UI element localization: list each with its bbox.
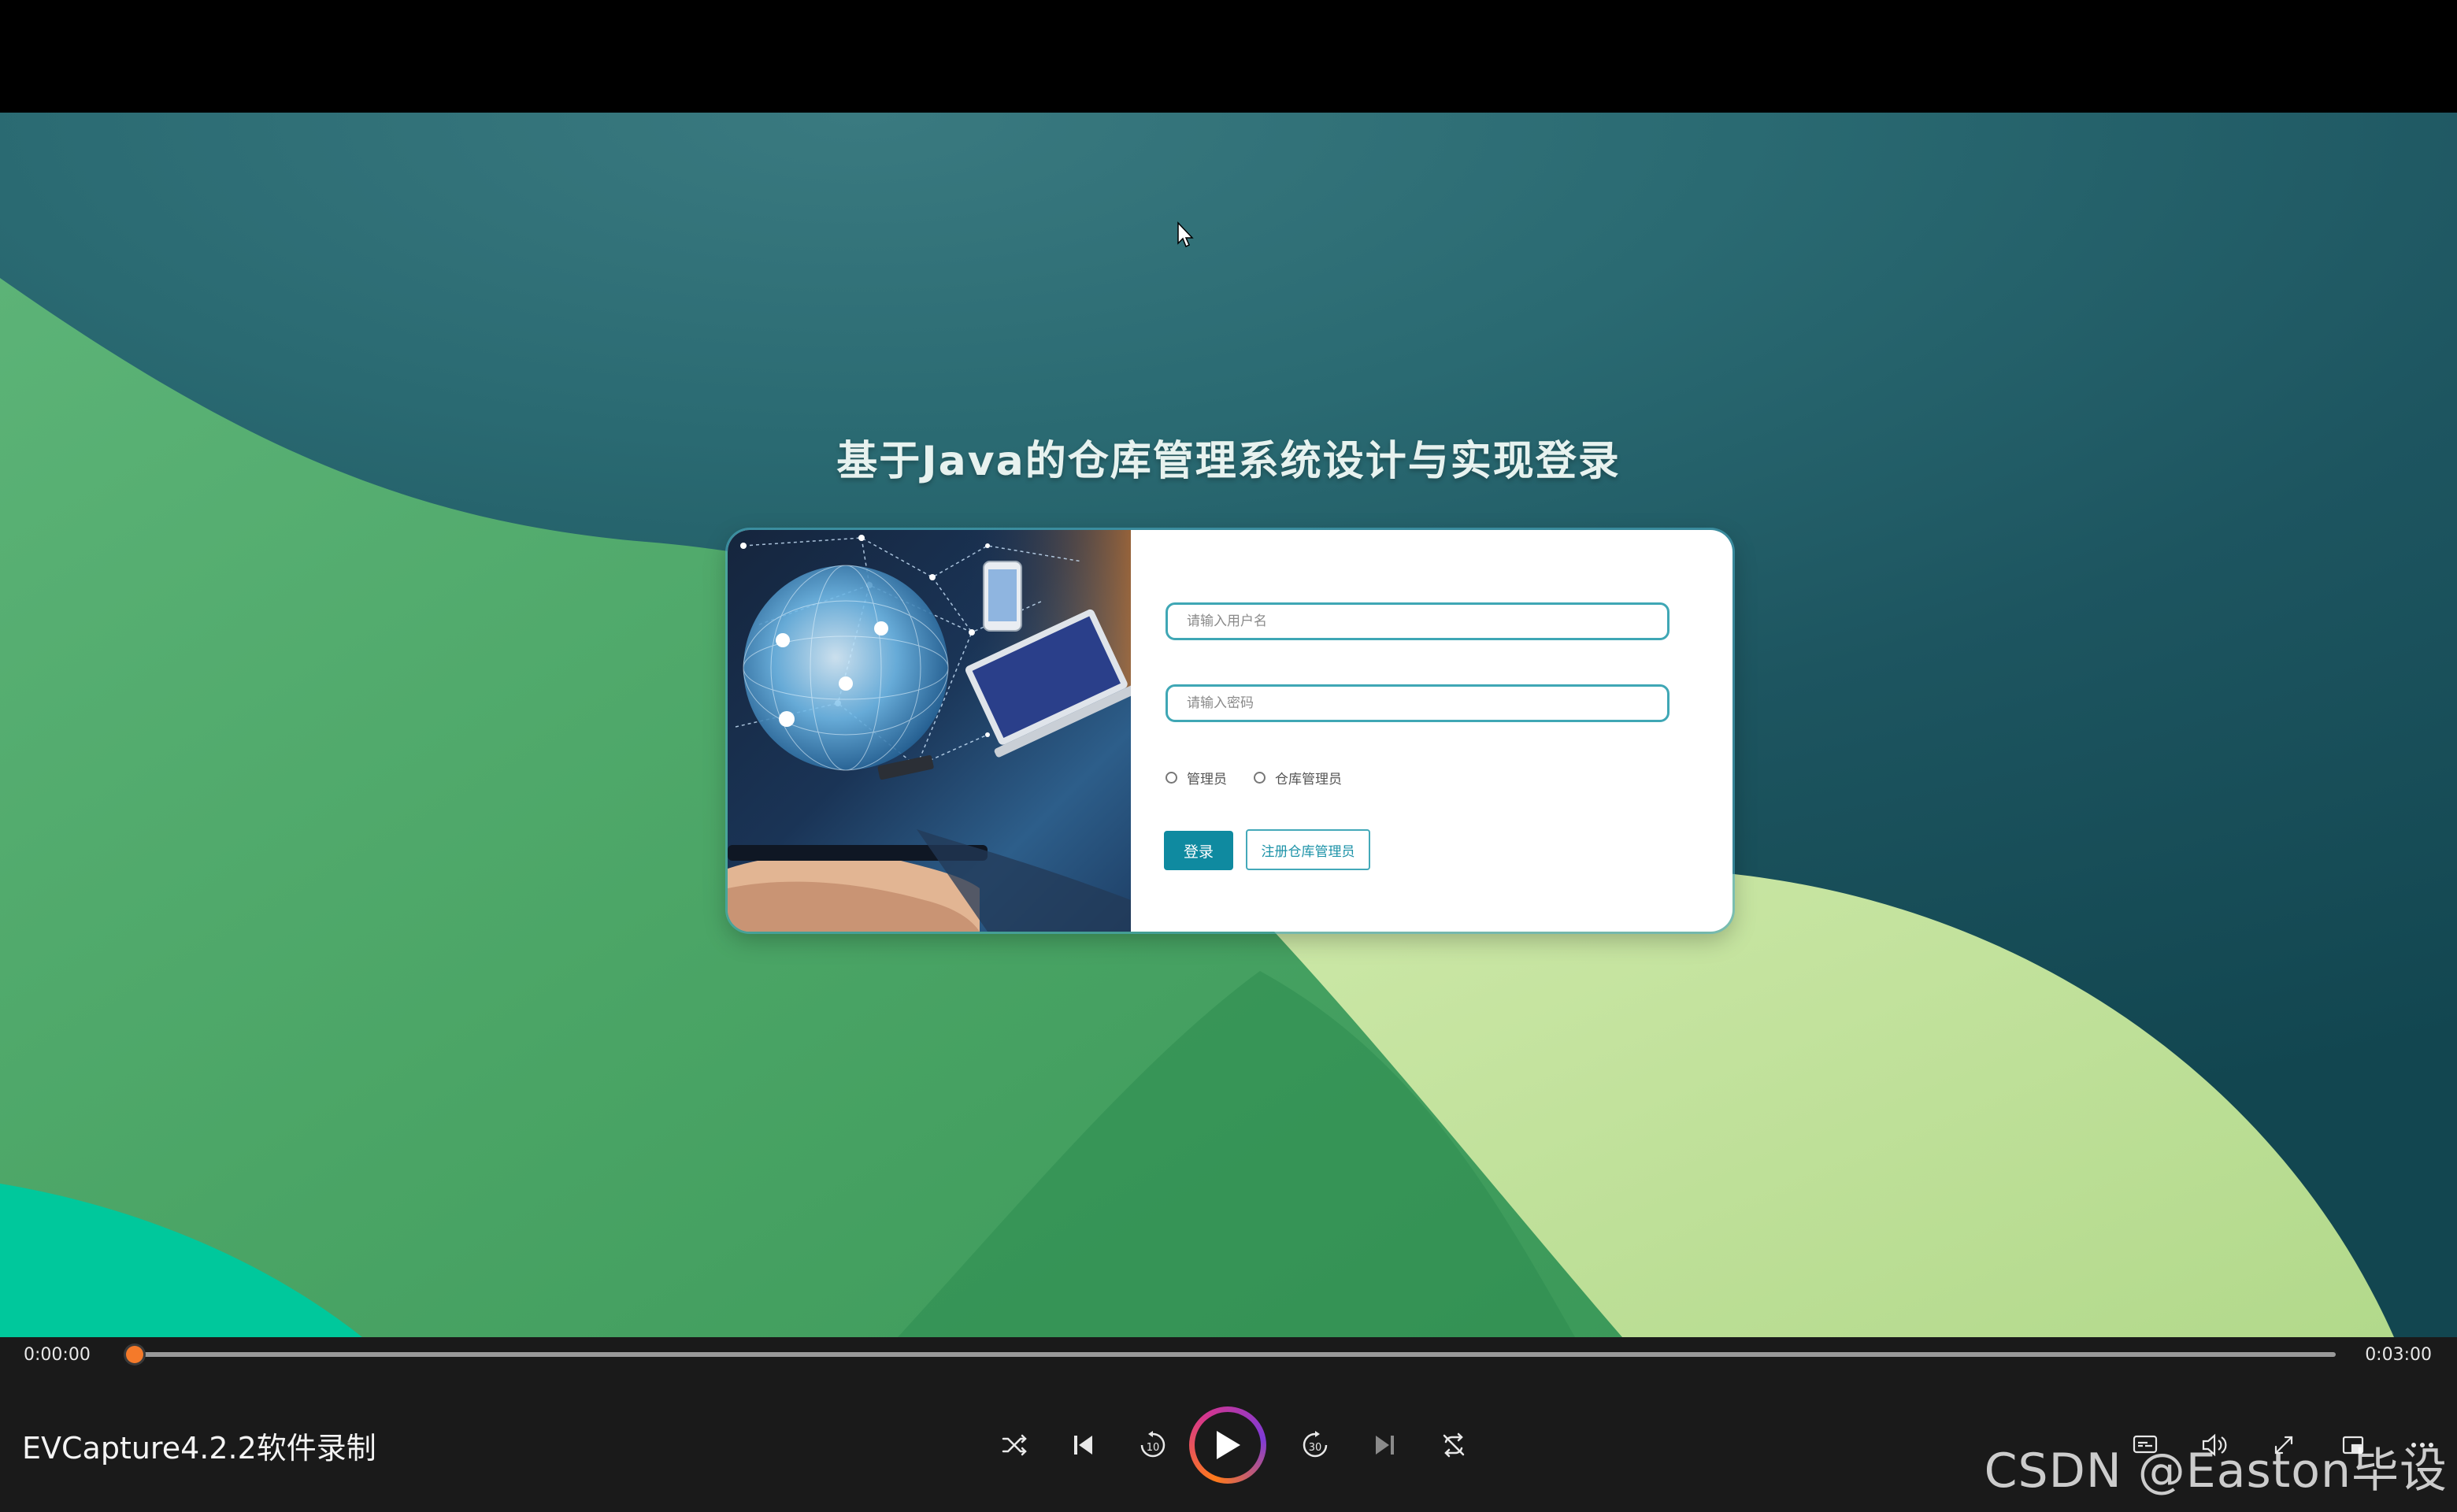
mouse-cursor-icon — [1177, 221, 1194, 248]
total-time: 0:03:00 — [2365, 1345, 2432, 1365]
watermark: CSDN @Easton毕设 — [1984, 1443, 2448, 1499]
role-label-warehouse-admin: 仓库管理员 — [1275, 771, 1342, 788]
current-time: 0:00:00 — [24, 1345, 91, 1365]
seek-bar[interactable] — [134, 1352, 2336, 1357]
media-title: EVCapture4.2.2软件录制 — [22, 1431, 376, 1466]
play-button-inner — [1195, 1412, 1261, 1478]
rewind-seconds: 10 — [1147, 1442, 1160, 1454]
login-card: 管理员 仓库管理员 登录 注册仓库管理员 — [728, 530, 1732, 932]
username-input[interactable] — [1166, 602, 1670, 640]
rewind-10-button[interactable]: 10 — [1129, 1425, 1177, 1465]
shuffle-icon — [1002, 1434, 1027, 1456]
shuffle-button[interactable] — [991, 1425, 1038, 1465]
login-form: 管理员 仓库管理员 登录 注册仓库管理员 — [1131, 530, 1732, 932]
forward-30-button[interactable]: 30 — [1292, 1425, 1339, 1465]
radio-circle-icon[interactable] — [1166, 771, 1177, 784]
next-icon — [1376, 1436, 1394, 1455]
role-radio-admin[interactable]: 管理员 — [1166, 768, 1227, 788]
play-icon — [1217, 1431, 1240, 1459]
forward-seconds: 30 — [1309, 1442, 1322, 1454]
register-button[interactable]: 注册仓库管理员 — [1246, 829, 1370, 870]
seek-thumb[interactable] — [126, 1346, 143, 1363]
forward-30-icon: 30 — [1303, 1431, 1328, 1458]
repeat-off-icon — [1443, 1432, 1465, 1458]
next-button[interactable] — [1361, 1425, 1408, 1465]
video-frame: 基于Java的仓库管理系统设计与实现登录 请输入用户名 管理员 仓库管理员 登录… — [0, 113, 2457, 1337]
password-input[interactable] — [1166, 684, 1670, 722]
previous-icon — [1074, 1436, 1092, 1455]
rewind-10-icon: 10 — [1140, 1431, 1166, 1458]
technology-illustration — [728, 530, 1131, 932]
play-button[interactable] — [1189, 1406, 1266, 1484]
player-controls: 0:00:00 0:03:00 EVCapture4.2.2软件录制 10 30… — [0, 1337, 2457, 1512]
role-radio-warehouse-admin[interactable]: 仓库管理员 — [1254, 768, 1342, 788]
repeat-button[interactable] — [1430, 1425, 1477, 1465]
role-label-admin: 管理员 — [1187, 771, 1227, 788]
login-button[interactable]: 登录 — [1164, 831, 1233, 870]
previous-button[interactable] — [1060, 1425, 1107, 1465]
page-title: 基于Java的仓库管理系统设计与实现登录 — [836, 438, 1621, 485]
radio-circle-icon[interactable] — [1254, 771, 1266, 784]
role-selector: 管理员 仓库管理员 — [1166, 768, 1369, 788]
